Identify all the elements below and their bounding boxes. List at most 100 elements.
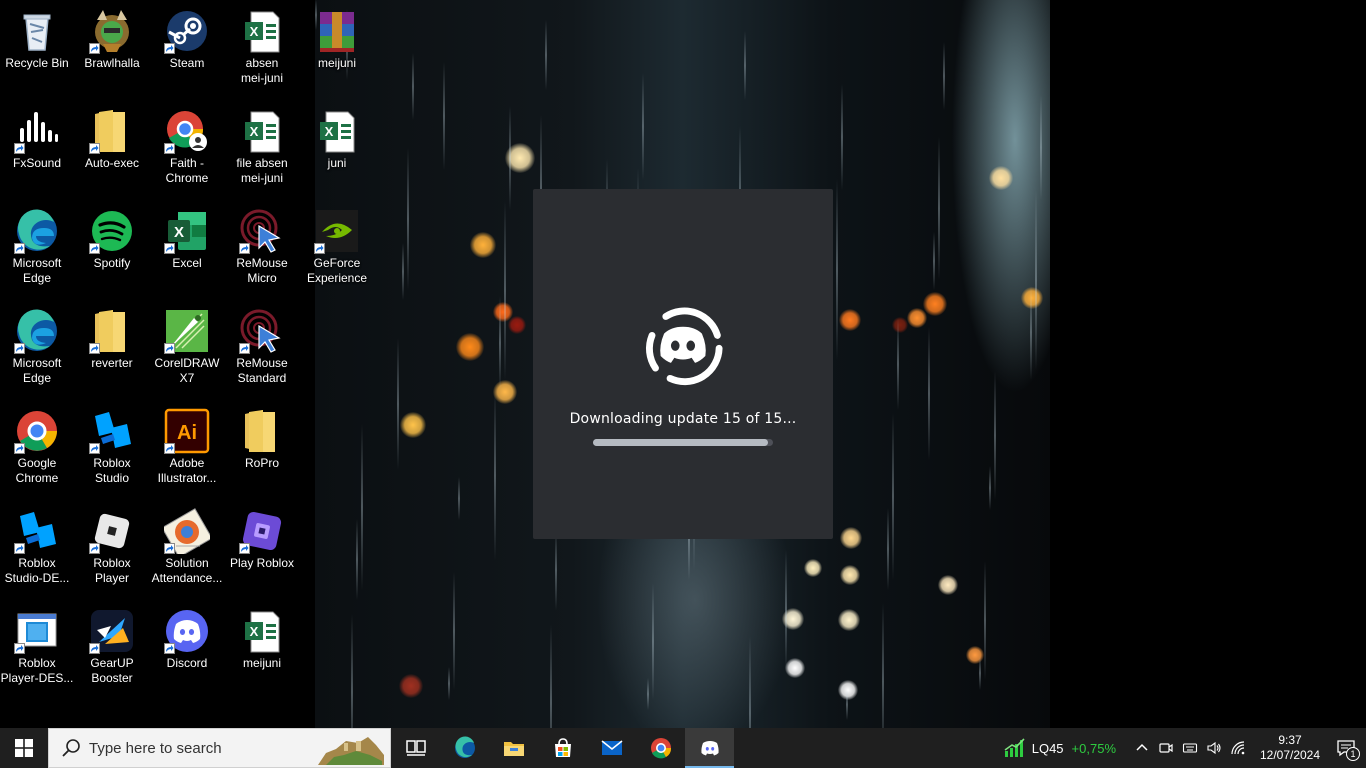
edge-icon bbox=[453, 736, 477, 760]
desktop-icon[interactable]: Xabsen mei-juni bbox=[225, 0, 299, 96]
rain-streak bbox=[882, 603, 884, 728]
gearup-icon bbox=[89, 608, 135, 654]
taskbar-app-discord[interactable] bbox=[685, 728, 734, 768]
desktop-icon-label: Auto-exec bbox=[84, 156, 140, 170]
camera-icon bbox=[1159, 743, 1173, 753]
rain-streak bbox=[453, 572, 455, 690]
store-icon bbox=[551, 736, 575, 760]
shortcut-arrow-icon bbox=[89, 143, 100, 154]
desktop-icon[interactable]: ReMouse Standard bbox=[225, 300, 299, 396]
input-method-button[interactable] bbox=[1178, 728, 1202, 768]
bokeh-light bbox=[907, 308, 927, 328]
rain-streak bbox=[943, 42, 945, 110]
rain-streak bbox=[356, 519, 358, 600]
taskbar-app-file-explorer[interactable] bbox=[489, 728, 538, 768]
desktop-icon-label: Google Chrome bbox=[15, 456, 59, 485]
desktop-icon[interactable]: Microsoft Edge bbox=[0, 300, 74, 396]
shortcut-arrow-icon bbox=[14, 143, 25, 154]
desktop-icon[interactable]: Roblox Player bbox=[75, 500, 149, 596]
desktop-icon[interactable]: RoPro bbox=[225, 400, 299, 496]
taskbar: Type here to search LQ45 +0,75% 9:37 12/… bbox=[0, 728, 1366, 768]
meet-now-button[interactable] bbox=[1154, 728, 1178, 768]
desktop-icon[interactable]: reverter bbox=[75, 300, 149, 396]
solution-attendance-icon bbox=[164, 508, 210, 554]
rain-streak bbox=[979, 656, 981, 690]
chevron-up-icon bbox=[1136, 743, 1148, 751]
desktop-icon[interactable]: Ai Adobe Illustrator... bbox=[150, 400, 224, 496]
desktop-icon[interactable]: FxSound bbox=[0, 100, 74, 196]
desktop-icon-label: file absen mei-juni bbox=[236, 156, 288, 185]
notification-center-button[interactable]: 1 bbox=[1326, 728, 1366, 768]
desktop-icon[interactable]: Roblox Studio bbox=[75, 400, 149, 496]
desktop-icon[interactable]: Google Chrome bbox=[0, 400, 74, 496]
desktop-icon[interactable]: Play Roblox bbox=[225, 500, 299, 596]
start-button[interactable] bbox=[0, 728, 48, 768]
desktop-icon[interactable]: Spotify bbox=[75, 200, 149, 296]
desktop-icon[interactable]: Recycle Bin bbox=[0, 0, 74, 96]
rain-streak bbox=[550, 625, 552, 728]
shortcut-arrow-icon bbox=[14, 343, 25, 354]
desktop-icon[interactable]: Solution Attendance... bbox=[150, 500, 224, 596]
search-placeholder: Type here to search bbox=[89, 739, 222, 757]
shortcut-arrow-icon bbox=[164, 143, 175, 154]
roblox-player-icon bbox=[89, 508, 135, 554]
rain-streak bbox=[846, 689, 848, 720]
desktop-icon-label: ReMouse Micro bbox=[236, 256, 288, 285]
file-explorer-icon bbox=[502, 736, 526, 760]
taskbar-app-edge[interactable] bbox=[440, 728, 489, 768]
taskbar-search-box[interactable]: Type here to search bbox=[48, 728, 391, 768]
desktop-icon[interactable]: Xjuni bbox=[300, 100, 374, 196]
desktop-icon[interactable]: meijuni bbox=[300, 0, 374, 96]
bokeh-light bbox=[838, 609, 860, 631]
desktop-icon[interactable]: X Excel bbox=[150, 200, 224, 296]
desktop-icon-label: GearUP Booster bbox=[90, 656, 134, 685]
rain-streak bbox=[448, 667, 450, 700]
desktop-icon[interactable]: Roblox Player-DES... bbox=[0, 600, 74, 696]
clock-time: 9:37 bbox=[1278, 733, 1302, 747]
desktop-icon[interactable]: Steam bbox=[150, 0, 224, 96]
bokeh-light bbox=[840, 565, 860, 585]
discord-icon bbox=[698, 736, 722, 760]
desktop-icon-label: Roblox Studio bbox=[93, 456, 131, 485]
rain-streak bbox=[504, 201, 506, 380]
desktop-icon[interactable]: Auto-exec bbox=[75, 100, 149, 196]
desktop-icon[interactable]: GeForce Experience bbox=[300, 200, 374, 296]
clock-date: 12/07/2024 bbox=[1259, 748, 1321, 762]
bokeh-light bbox=[785, 658, 805, 678]
desktop-icon[interactable]: CorelDRAW X7 bbox=[150, 300, 224, 396]
rain-streak bbox=[1030, 285, 1032, 380]
bokeh-light bbox=[838, 680, 858, 700]
desktop-icon-label: juni bbox=[327, 156, 347, 170]
roblox-studio-icon bbox=[89, 408, 135, 454]
desktop-icon-label: Roblox Player bbox=[93, 556, 131, 585]
desktop-icon-label: Roblox Studio-DE... bbox=[4, 556, 70, 585]
desktop-icon-label: Recycle Bin bbox=[5, 56, 69, 70]
clock[interactable]: 9:37 12/07/2024 bbox=[1254, 733, 1326, 763]
rain-streak bbox=[361, 424, 363, 590]
desktop-icon[interactable]: GearUP Booster bbox=[75, 600, 149, 696]
discord-update-splash: Downloading update 15 of 15... bbox=[533, 189, 833, 539]
taskbar-app-mail[interactable] bbox=[587, 728, 636, 768]
shortcut-arrow-icon bbox=[89, 243, 100, 254]
desktop-icon[interactable]: Discord bbox=[150, 600, 224, 696]
desktop-icon[interactable]: Brawlhalla bbox=[75, 0, 149, 96]
desktop-icon[interactable]: ReMouse Micro bbox=[225, 200, 299, 296]
taskbar-app-chrome[interactable] bbox=[636, 728, 685, 768]
taskbar-app-store[interactable] bbox=[538, 728, 587, 768]
network-button[interactable] bbox=[1226, 728, 1250, 768]
desktop-icon[interactable]: Xfile absen mei-juni bbox=[225, 100, 299, 196]
show-hidden-icons-button[interactable] bbox=[1130, 728, 1154, 768]
desktop-icon[interactable]: Faith - Chrome bbox=[150, 100, 224, 196]
bokeh-light bbox=[989, 166, 1013, 190]
rain-streak bbox=[545, 20, 547, 90]
stock-widget[interactable]: LQ45 +0,75% bbox=[1004, 738, 1116, 758]
illustrator-icon: Ai bbox=[164, 408, 210, 454]
taskbar-app-task-view[interactable] bbox=[391, 728, 440, 768]
excel-file-icon: X bbox=[239, 608, 285, 654]
desktop-icon[interactable]: Roblox Studio-DE... bbox=[0, 500, 74, 596]
volume-button[interactable] bbox=[1202, 728, 1226, 768]
desktop-icon[interactable]: Xmeijuni bbox=[225, 600, 299, 696]
desktop-icon-label: Excel bbox=[172, 256, 202, 270]
system-tray: LQ45 +0,75% 9:37 12/07/2024 1 bbox=[1004, 728, 1366, 768]
desktop-icon[interactable]: Microsoft Edge bbox=[0, 200, 74, 296]
